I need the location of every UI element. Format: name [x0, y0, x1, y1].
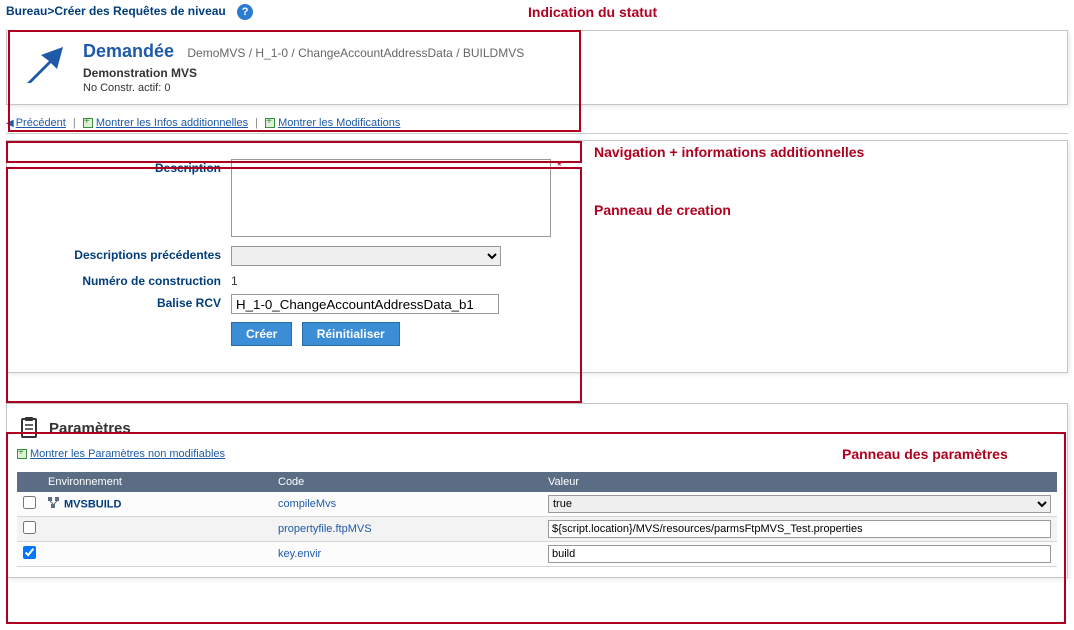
plus-icon: [17, 449, 27, 459]
status-sub: Demonstration MVS: [83, 66, 524, 80]
row-checkbox[interactable]: [23, 546, 36, 559]
table-row: MVSBUILD compileMvs true: [17, 492, 1057, 517]
parameters-title: Paramètres: [49, 420, 131, 437]
clipboard-icon: [17, 416, 41, 440]
create-button[interactable]: Créer: [231, 322, 292, 346]
col-code: Code: [272, 472, 542, 492]
build-number-label: Numéro de construction: [21, 272, 231, 288]
back-arrow-icon: ◀: [6, 118, 14, 129]
table-row: key.envir: [17, 542, 1057, 567]
prev-desc-label: Descriptions précédentes: [21, 246, 231, 262]
rcv-tag-label: Balise RCV: [21, 294, 231, 310]
param-code: propertyfile.ftpMVS: [278, 523, 372, 535]
show-nonmodifiable-params[interactable]: Montrer les Paramètres non modifiables: [30, 448, 225, 460]
status-panel: Demandée DemoMVS / H_1-0 / ChangeAccount…: [6, 30, 1068, 105]
plus-icon: [265, 118, 275, 128]
creation-form-panel: Description * Descriptions précédentes N…: [6, 140, 1068, 373]
breadcrumb-bureau[interactable]: Bureau: [6, 4, 47, 18]
param-code: key.envir: [278, 548, 321, 560]
status-path: DemoMVS / H_1-0 / ChangeAccountAddressDa…: [187, 46, 524, 60]
param-value-input[interactable]: [548, 520, 1051, 538]
help-icon[interactable]: ?: [237, 4, 253, 20]
plus-icon: [83, 118, 93, 128]
row-checkbox[interactable]: [23, 521, 36, 534]
param-code: compileMvs: [278, 498, 336, 510]
col-checkbox: [17, 472, 42, 492]
row-checkbox[interactable]: [23, 496, 36, 509]
env-name: MVSBUILD: [64, 498, 121, 510]
param-value-select[interactable]: true: [548, 495, 1051, 513]
parameters-table: Environnement Code Valeur MVSBUILD compil…: [17, 472, 1057, 567]
status-constr: No Constr. actif: 0: [83, 82, 524, 94]
nav-links: ◀Précédent | Montrer les Infos additionn…: [6, 113, 1068, 134]
breadcrumb-page: Créer des Requêtes de niveau: [54, 4, 225, 18]
parameters-panel: Paramètres Montrer les Paramètres non mo…: [6, 403, 1068, 578]
col-environment: Environnement: [42, 472, 272, 492]
prev-desc-select[interactable]: [231, 246, 501, 266]
rcv-tag-input[interactable]: [231, 294, 499, 314]
description-label: Description: [21, 159, 231, 175]
nav-previous[interactable]: Précédent: [16, 117, 66, 129]
nav-show-info[interactable]: Montrer les Infos additionnelles: [96, 117, 248, 129]
breadcrumb: Bureau>Créer des Requêtes de niveau ?: [0, 0, 1074, 24]
build-number-value: 1: [231, 272, 238, 288]
reset-button[interactable]: Réinitialiser: [302, 322, 400, 346]
param-value-input[interactable]: [548, 545, 1051, 563]
nav-show-modif[interactable]: Montrer les Modifications: [278, 117, 400, 129]
required-marker: *: [557, 159, 562, 173]
status-title: Demandée: [83, 41, 174, 62]
table-row: propertyfile.ftpMVS: [17, 517, 1057, 542]
col-value: Valeur: [542, 472, 1057, 492]
hierarchy-icon: [48, 497, 60, 512]
request-arrow-icon: [21, 41, 69, 89]
description-input[interactable]: [231, 159, 551, 237]
